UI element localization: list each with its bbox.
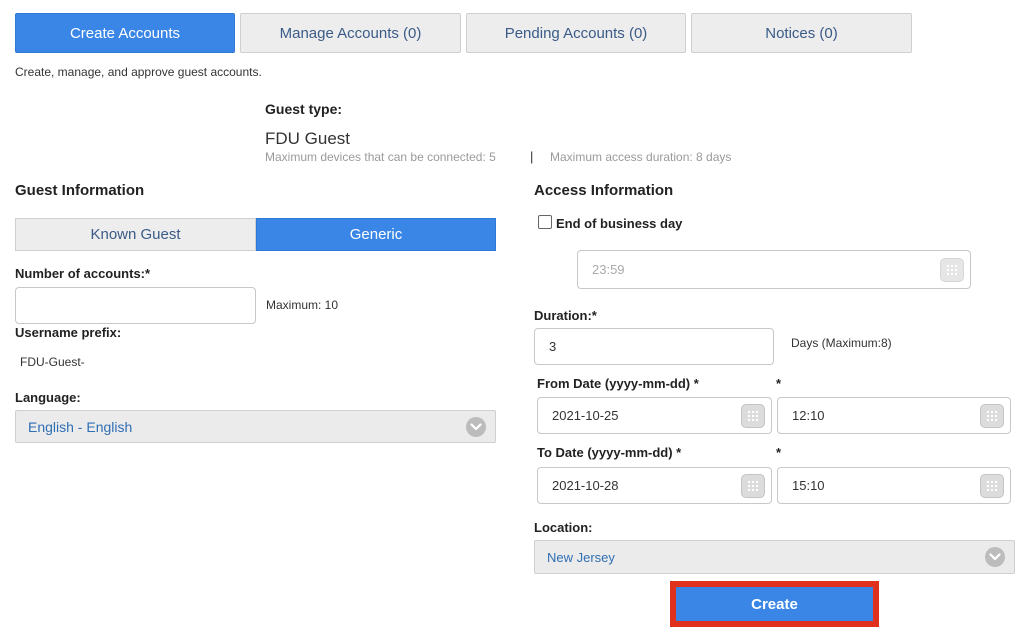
- time-picker-icon[interactable]: [980, 403, 1004, 428]
- from-date-label: From Date (yyyy-mm-dd) *: [537, 376, 699, 391]
- maximum-accounts-hint: Maximum: 10: [266, 298, 339, 312]
- from-time-value: 12:10: [792, 408, 825, 423]
- page-description: Create, manage, and approve guest accoun…: [15, 65, 262, 79]
- location-select[interactable]: New Jersey: [534, 540, 1015, 574]
- tab-label: Manage Accounts (0): [279, 24, 422, 42]
- date-picker-icon[interactable]: [741, 473, 765, 498]
- from-date-field[interactable]: 2021-10-25: [537, 397, 772, 434]
- to-time-label: *: [776, 445, 782, 460]
- to-date-label: To Date (yyyy-mm-dd) *: [537, 445, 682, 460]
- create-button[interactable]: Create: [676, 587, 873, 621]
- create-button-highlight: Create: [670, 581, 879, 627]
- info-separator: |: [530, 149, 534, 164]
- tab-label: Pending Accounts (0): [504, 24, 648, 42]
- max-devices-text: Maximum devices that can be connected: 5: [265, 150, 496, 164]
- chevron-down-icon: [466, 416, 486, 437]
- duration-hint: Days (Maximum:8): [791, 336, 892, 350]
- end-of-day-time-value: 23:59: [592, 262, 625, 277]
- to-date-field[interactable]: 2021-10-28: [537, 467, 772, 504]
- known-guest-toggle[interactable]: Known Guest: [15, 218, 256, 251]
- max-duration-text: Maximum access duration: 8 days: [550, 150, 732, 164]
- time-picker-icon[interactable]: [980, 473, 1004, 498]
- guest-type-value: FDU Guest: [265, 129, 351, 148]
- from-time-field[interactable]: 12:10: [777, 397, 1011, 434]
- number-of-accounts-input[interactable]: [30, 288, 255, 323]
- end-of-day-time-field: 23:59: [577, 250, 971, 289]
- guest-type-label: Guest type:: [265, 101, 343, 117]
- generic-toggle[interactable]: Generic: [256, 218, 496, 251]
- tab-label: Notices (0): [765, 24, 838, 42]
- number-of-accounts-label: Number of accounts:*: [15, 266, 151, 281]
- tab-label: Create Accounts: [69, 24, 181, 42]
- language-value: English - English: [28, 418, 133, 435]
- duration-input[interactable]: [549, 329, 773, 364]
- access-information-heading: Access Information: [534, 182, 674, 199]
- to-time-value: 15:10: [792, 478, 825, 493]
- from-time-label: *: [776, 376, 782, 391]
- tab-manage-accounts[interactable]: Manage Accounts (0): [240, 13, 461, 53]
- language-label: Language:: [15, 390, 81, 405]
- username-prefix-label: Username prefix:: [15, 325, 122, 340]
- guest-information-heading: Guest Information: [15, 182, 145, 199]
- duration-label: Duration:*: [534, 308, 597, 323]
- tab-create-accounts[interactable]: Create Accounts: [15, 13, 235, 53]
- segment-label: Generic: [349, 226, 403, 243]
- to-time-field[interactable]: 15:10: [777, 467, 1011, 504]
- username-prefix-value: FDU-Guest-: [20, 355, 85, 369]
- tab-pending-accounts[interactable]: Pending Accounts (0): [466, 13, 686, 53]
- end-of-business-day-label: End of business day: [556, 216, 683, 231]
- language-select[interactable]: English - English: [15, 410, 496, 443]
- from-date-value: 2021-10-25: [552, 408, 619, 423]
- time-picker-icon: [940, 257, 964, 282]
- to-date-value: 2021-10-28: [552, 478, 619, 493]
- location-value: New Jersey: [547, 549, 615, 565]
- chevron-down-icon: [985, 547, 1005, 567]
- segment-label: Known Guest: [90, 226, 181, 243]
- number-of-accounts-field[interactable]: [15, 287, 256, 324]
- location-label: Location:: [534, 520, 593, 535]
- end-of-business-day-checkbox[interactable]: [538, 215, 552, 229]
- tab-notices[interactable]: Notices (0): [691, 13, 912, 53]
- date-picker-icon[interactable]: [741, 403, 765, 428]
- duration-field[interactable]: [534, 328, 774, 365]
